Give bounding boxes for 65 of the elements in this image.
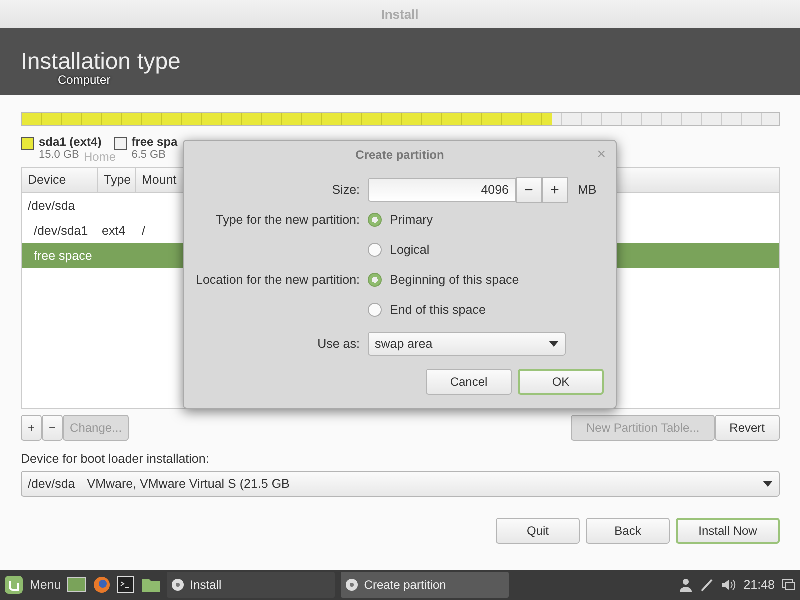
back-button[interactable]: Back (586, 518, 670, 544)
quit-button[interactable]: Quit (496, 518, 580, 544)
legend-size: 6.5 GB (132, 149, 166, 161)
legend-label: sda1 (ext4) (39, 135, 102, 149)
ok-button[interactable]: OK (518, 369, 604, 395)
dropdown-caret-icon (549, 341, 559, 347)
radio-icon[interactable] (368, 213, 382, 227)
user-icon[interactable] (678, 578, 693, 592)
field-label: Use as: (316, 336, 360, 353)
field-label: Location for the new partition: (195, 272, 360, 289)
boot-device-description: VMware, VMware Virtual S (21.5 GB (87, 477, 290, 491)
desktop-icon[interactable] (67, 576, 88, 594)
dialog-title: Create partition (356, 148, 444, 162)
desktop-icon-label: Home (84, 150, 116, 164)
use-as-dropdown[interactable]: swap area (368, 332, 566, 356)
page-title: Installation type (21, 48, 182, 75)
field-label: Type for the new partition: (215, 212, 360, 229)
table-cell-text: ext4 (101, 224, 127, 238)
option-label: End of this space (390, 303, 486, 317)
dropdown-caret-icon (763, 481, 773, 487)
workspace-icon[interactable] (782, 579, 796, 591)
terminal-icon[interactable] (117, 576, 136, 594)
radio-icon[interactable] (368, 243, 382, 257)
revert-button[interactable]: Revert (714, 415, 780, 441)
radio-option[interactable]: Logical (368, 235, 604, 265)
disc-icon (345, 578, 360, 592)
option-label: Logical (390, 243, 430, 257)
table-cell-text: /dev/sda (27, 198, 76, 212)
field-label: Size: (331, 182, 360, 199)
size-field[interactable]: 4096 (368, 178, 516, 202)
legend-size: 15.0 GB (39, 149, 80, 161)
unit-label: MB (578, 183, 597, 197)
menu-logo-icon[interactable] (4, 575, 24, 595)
taskbar-item[interactable]: Install (167, 572, 336, 598)
table-cell-text: /dev/sda1 (33, 224, 90, 238)
table-cell-text: free space (33, 248, 94, 262)
bootloader-dropdown[interactable]: /dev/sda VMware, VMware Virtual S (21.5 GB (21, 471, 780, 497)
field-label: Device for boot loader installation: (21, 452, 210, 466)
disc-icon (171, 578, 186, 592)
radio-icon[interactable] (368, 273, 382, 287)
cancel-button[interactable]: Cancel (426, 369, 512, 395)
boot-device-text: /dev/sda (28, 477, 76, 491)
increment-button[interactable]: + (542, 177, 568, 203)
column-header[interactable]: Device (22, 168, 98, 192)
column-header[interactable]: Type (98, 168, 136, 192)
radio-option[interactable]: End of this space (368, 295, 604, 325)
decrement-button[interactable]: − (516, 177, 542, 203)
table-cell-text: / (141, 224, 146, 238)
clock[interactable]: 21:48 (744, 578, 775, 592)
option-label: Beginning of this space (390, 273, 520, 287)
menu-button[interactable]: Menu (30, 578, 62, 592)
browser-icon[interactable] (93, 576, 112, 594)
legend-label: free spa (132, 135, 178, 149)
desktop-icon-label: Computer (58, 73, 111, 87)
window-title: Install (381, 6, 419, 22)
option-label: Primary (390, 213, 434, 227)
remove-button[interactable]: − (42, 415, 64, 441)
radio-option[interactable]: Beginning of this space (368, 265, 604, 295)
install-now-button[interactable]: Install Now (676, 518, 780, 544)
add-button[interactable]: + (21, 415, 42, 441)
radio-icon[interactable] (368, 303, 382, 317)
taskbar-item[interactable]: Create partition (341, 572, 510, 598)
folder-icon[interactable] (141, 577, 162, 593)
volume-icon[interactable] (720, 578, 737, 592)
radio-option[interactable]: Primary (368, 205, 604, 235)
